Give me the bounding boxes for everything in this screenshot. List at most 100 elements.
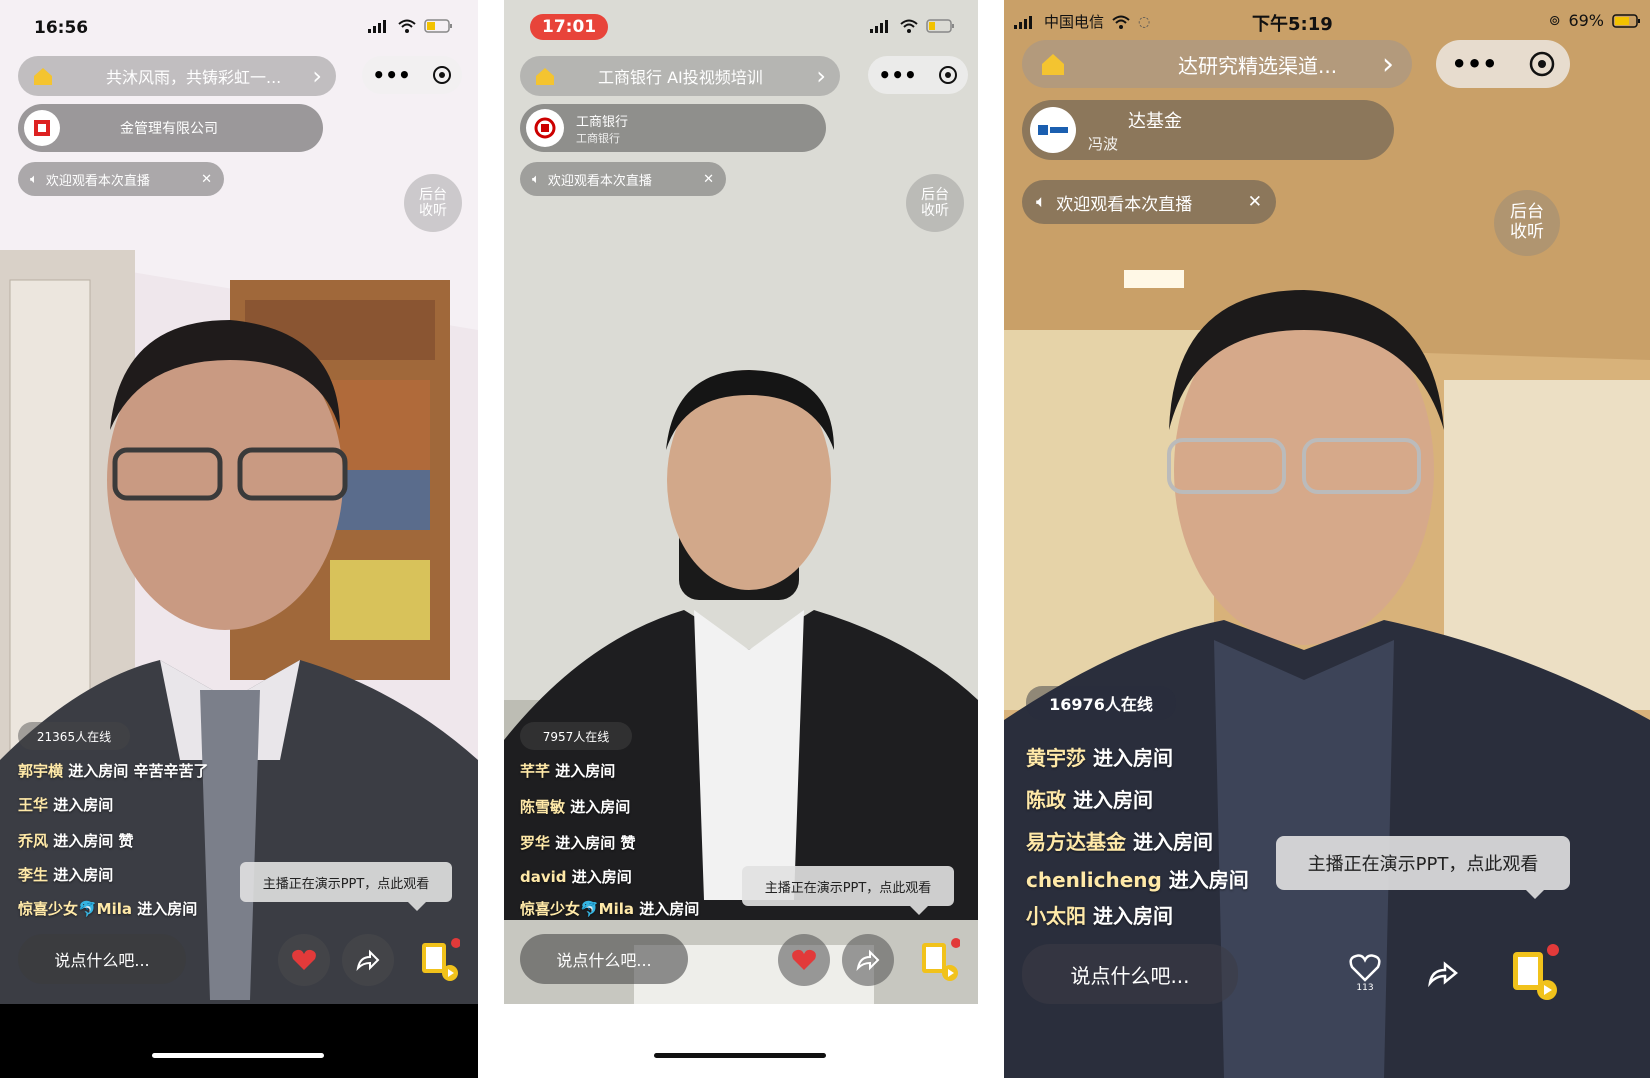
share-button[interactable] bbox=[342, 934, 394, 986]
chat-message: 惊喜少女🐬Mila 进入房间 bbox=[520, 900, 700, 918]
loading-icon: ◌ bbox=[1138, 13, 1151, 30]
battery-icon bbox=[926, 19, 954, 33]
ppt-icon bbox=[422, 938, 460, 981]
battery-percent: 69% bbox=[1568, 11, 1604, 30]
capsule-menu: ••• bbox=[362, 56, 462, 94]
chat-message: 陈雪敏 进入房间 bbox=[520, 798, 631, 816]
share-icon bbox=[856, 949, 880, 971]
close-circle-icon[interactable] bbox=[938, 65, 958, 85]
close-icon[interactable]: ✕ bbox=[1248, 192, 1262, 212]
home-icon[interactable] bbox=[534, 65, 556, 87]
status-time: 16:56 bbox=[34, 18, 89, 38]
room-title: 共沐风雨，共铸彩虹一... bbox=[106, 68, 282, 87]
room-nav-pill[interactable]: 达研究精选渠道... › bbox=[1022, 40, 1412, 88]
like-button[interactable] bbox=[278, 934, 330, 986]
chat-message: 易方达基金 进入房间 bbox=[1026, 830, 1213, 854]
host-logo-icon bbox=[34, 120, 50, 136]
background-listen-button[interactable]: 后台 收听 bbox=[1494, 190, 1560, 256]
battery-icon bbox=[1612, 13, 1640, 28]
share-button[interactable] bbox=[842, 934, 894, 986]
like-count: 113 bbox=[1356, 983, 1374, 993]
host-info-pill[interactable]: 金管理有限公司 bbox=[18, 104, 323, 152]
welcome-banner: 🔈︎ 欢迎观看本次直播 ✕ bbox=[18, 162, 224, 196]
status-bar: 中国电信 ◌ 下午5:19 ⊚ 69% bbox=[1004, 6, 1650, 38]
bottom-bar bbox=[504, 1004, 978, 1078]
status-time: 17:01 bbox=[530, 14, 609, 40]
host-avatar[interactable] bbox=[24, 110, 60, 146]
status-time: 下午5:19 bbox=[1252, 14, 1333, 35]
ppt-notice[interactable]: 主播正在演示PPT，点此观看 bbox=[742, 866, 954, 915]
status-icons bbox=[870, 19, 956, 33]
comment-input[interactable]: 说点什么吧... bbox=[1022, 944, 1238, 1004]
capsule-menu: ••• bbox=[868, 56, 968, 94]
heart-outline-icon bbox=[1349, 954, 1381, 982]
background-listen-button[interactable]: 后台 收听 bbox=[404, 174, 462, 232]
share-icon bbox=[356, 949, 380, 971]
capsule-menu: ••• bbox=[1436, 40, 1570, 88]
chat-message: david 进入房间 bbox=[520, 868, 632, 886]
host-avatar[interactable] bbox=[526, 109, 564, 147]
host-info-pill[interactable]: 工商银行 工商银行 bbox=[520, 104, 826, 152]
chat-message: 王华 进入房间 bbox=[18, 796, 114, 814]
comment-input[interactable]: 说点什么吧... bbox=[520, 934, 688, 984]
room-title: 达研究精选渠道... bbox=[1178, 53, 1338, 78]
close-icon[interactable]: ✕ bbox=[703, 172, 714, 187]
chevron-right-icon[interactable]: › bbox=[816, 62, 826, 90]
bg-listen-label-1: 后台 bbox=[1510, 202, 1544, 223]
more-dots-icon[interactable]: ••• bbox=[1451, 50, 1497, 78]
chat-message: 乔风 进入房间 赞 bbox=[18, 832, 134, 850]
comment-input[interactable]: 说点什么吧... bbox=[18, 934, 186, 984]
chevron-right-icon[interactable]: › bbox=[312, 62, 322, 90]
signal-icon bbox=[870, 20, 888, 33]
status-left: 中国电信 ◌ bbox=[1014, 11, 1150, 32]
status-icons bbox=[368, 19, 454, 33]
like-button[interactable]: 113 bbox=[1336, 944, 1394, 1002]
host-subtitle: 冯波 bbox=[1088, 134, 1119, 153]
like-button[interactable] bbox=[778, 934, 830, 986]
lock-rotation-icon: ⊚ bbox=[1548, 12, 1561, 29]
signal-icon bbox=[368, 20, 386, 33]
host-name: 达基金 bbox=[1128, 110, 1182, 132]
share-button[interactable] bbox=[1414, 944, 1472, 1002]
home-indicator[interactable] bbox=[654, 1053, 826, 1058]
host-subtitle: 工商银行 bbox=[576, 131, 620, 145]
chat-message: 郭宇横 进入房间 辛苦辛苦了 bbox=[18, 762, 209, 780]
chat-message: 陈政 进入房间 bbox=[1026, 788, 1153, 812]
room-nav-pill[interactable]: 工商银行 AI投视频培训 › bbox=[520, 56, 840, 96]
ppt-button[interactable] bbox=[910, 932, 966, 988]
close-circle-icon[interactable] bbox=[432, 65, 452, 85]
home-icon[interactable] bbox=[1040, 51, 1066, 77]
background-listen-button[interactable]: 后台 收听 bbox=[906, 174, 964, 232]
icbc-logo-icon bbox=[534, 117, 556, 139]
host-name: 工商银行 bbox=[576, 114, 629, 130]
host-avatar[interactable] bbox=[1030, 107, 1076, 153]
speaker-icon: 🔈︎ bbox=[30, 171, 38, 187]
host-info-pill[interactable]: 达基金 冯波 bbox=[1022, 100, 1394, 160]
chat-message: 小太阳 进入房间 bbox=[1026, 904, 1173, 928]
phone-screen-3: 中国电信 ◌ 下午5:19 ⊚ 69% 达研究精选渠道... › ••• 达基金… bbox=[1004, 0, 1650, 1078]
wifi-icon bbox=[1112, 15, 1130, 29]
ppt-icon bbox=[1513, 944, 1559, 1000]
more-dots-icon[interactable]: ••• bbox=[372, 63, 410, 87]
room-nav-pill[interactable]: 共沐风雨，共铸彩虹一... › bbox=[18, 56, 336, 96]
ppt-button[interactable] bbox=[410, 932, 466, 988]
home-icon[interactable] bbox=[32, 65, 54, 87]
status-bar: 17:01 bbox=[504, 14, 978, 46]
host-name: 金管理有限公司 bbox=[120, 121, 218, 137]
close-circle-icon[interactable] bbox=[1529, 51, 1555, 77]
speaker-icon: 🔈︎ bbox=[532, 171, 540, 187]
more-dots-icon[interactable]: ••• bbox=[878, 63, 916, 87]
ppt-notice[interactable]: 主播正在演示PPT，点此观看 bbox=[1276, 836, 1570, 899]
chevron-right-icon[interactable]: › bbox=[1382, 47, 1394, 82]
online-count: 21365人在线 bbox=[18, 722, 130, 750]
welcome-banner: 🔈︎ 欢迎观看本次直播 ✕ bbox=[1022, 180, 1276, 224]
signal-icon bbox=[1014, 15, 1032, 29]
phone-screen-2: 17:01 工商银行 AI投视频培训 › ••• 工商银行 工商银行 🔈︎ 欢迎… bbox=[504, 0, 978, 1078]
fund-logo-icon bbox=[1038, 125, 1068, 135]
close-icon[interactable]: ✕ bbox=[201, 172, 212, 187]
ppt-button[interactable] bbox=[1500, 936, 1566, 1006]
share-icon bbox=[1428, 961, 1458, 987]
ppt-notice[interactable]: 主播正在演示PPT，点此观看 bbox=[240, 862, 452, 911]
online-count: 7957人在线 bbox=[520, 722, 632, 750]
home-indicator[interactable] bbox=[152, 1053, 324, 1058]
